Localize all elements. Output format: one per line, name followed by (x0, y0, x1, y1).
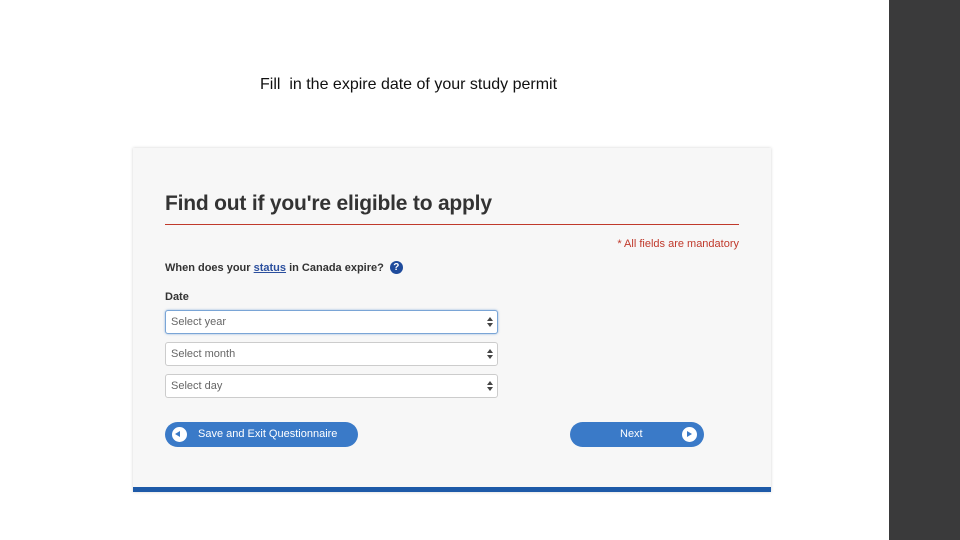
month-select-value: Select month (171, 348, 236, 360)
eligibility-form-panel: Find out if you're eligible to apply * A… (133, 148, 771, 492)
question-suffix: in Canada expire? (286, 262, 384, 274)
mandatory-fields-note: * All fields are mandatory (617, 238, 739, 250)
question-circle-icon[interactable]: ? (389, 261, 403, 274)
sort-arrows-icon (487, 381, 493, 391)
year-select[interactable]: Select year (165, 310, 498, 334)
day-select-value: Select day (171, 380, 223, 392)
save-and-exit-label: Save and Exit Questionnaire (198, 428, 338, 440)
slide-caption: Fill in the expire date of your study pe… (260, 76, 558, 93)
day-select[interactable]: Select day (165, 374, 498, 398)
next-button[interactable]: Next (570, 422, 704, 447)
next-label: Next (620, 428, 643, 440)
sort-arrows-icon (487, 349, 493, 359)
date-label: Date (165, 291, 189, 303)
save-and-exit-button[interactable]: Save and Exit Questionnaire (165, 422, 358, 447)
footer-bar (133, 487, 771, 492)
sort-arrows-icon (487, 317, 493, 327)
title-divider (165, 224, 739, 225)
status-link[interactable]: status (254, 262, 286, 274)
chevron-right-circle-icon (682, 427, 697, 442)
page-title: Find out if you're eligible to apply (165, 192, 492, 215)
year-select-value: Select year (171, 316, 227, 328)
chevron-left-circle-icon (172, 427, 187, 442)
status-expiry-question: When does your status in Canada expire?? (165, 261, 403, 274)
question-prefix: When does your (165, 262, 254, 274)
slide-sidebar-bar (889, 0, 960, 540)
month-select[interactable]: Select month (165, 342, 498, 366)
